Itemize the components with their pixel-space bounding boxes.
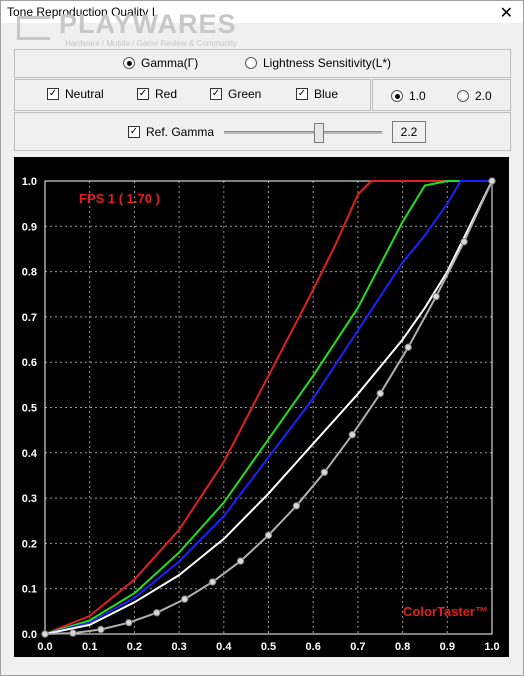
check-red-label: Red: [155, 87, 178, 101]
series-marker: [432, 292, 440, 301]
series-marker: [69, 629, 77, 637]
x-tick-label: 0.1: [82, 641, 97, 653]
series-marker: [236, 557, 245, 565]
y-tick-label: 0.3: [22, 493, 37, 505]
title-bar: Tone Reproduction Quality I ✕: [1, 1, 523, 23]
check-neutral-box[interactable]: ✓: [47, 88, 59, 100]
check-green-label: Green: [228, 87, 262, 101]
ref-gamma-value: 2.2: [392, 121, 426, 143]
y-tick-label: 1.0: [22, 176, 37, 188]
tone-chart: 0.0 0.1 0.2 0.3 0.4 0.5 0.6 0.7 0.8 0.9 1.0 0.0 0.1 0…: [14, 157, 509, 657]
x-tick-label: 1.0: [484, 641, 499, 653]
radio-lightness[interactable]: Lightness Sensitivity(L*): [245, 56, 391, 70]
x-tick-label: 0.6: [306, 641, 321, 653]
check-red-box[interactable]: ✓: [137, 88, 149, 100]
check-blue-box[interactable]: ✓: [296, 88, 308, 100]
radio-scale-2-dot[interactable]: [457, 90, 469, 102]
check-ref-gamma[interactable]: ✓ Ref. Gamma: [128, 125, 214, 139]
x-tick-label: 0.0: [37, 641, 52, 653]
radio-scale-1-dot[interactable]: [391, 90, 403, 102]
radio-scale-1[interactable]: 1.0: [391, 89, 426, 103]
x-tick-label: 0.3: [171, 641, 186, 653]
radio-gamma-label: Gamma(Γ): [141, 56, 199, 70]
check-blue[interactable]: ✓ Blue: [296, 87, 338, 101]
check-blue-label: Blue: [314, 87, 339, 101]
tone-reproduction-window: Tone Reproduction Quality I ✕ PLAYWARES …: [0, 0, 524, 676]
series-marker: [41, 630, 49, 638]
series-marker: [348, 430, 357, 439]
x-tick-label: 0.4: [216, 641, 232, 653]
series-marker: [153, 609, 161, 617]
check-ref-gamma-label: Ref. Gamma: [146, 125, 215, 139]
check-neutral-label: Neutral: [65, 87, 104, 101]
series-marker: [97, 625, 105, 634]
y-tick-label: 0.9: [22, 221, 37, 233]
series-marker: [320, 468, 329, 476]
series-marker: [180, 595, 189, 603]
x-tick-label: 0.9: [440, 641, 455, 653]
ref-gamma-slider-thumb[interactable]: [314, 123, 324, 143]
tone-chart-svg: 0.0 0.1 0.2 0.3 0.4 0.5 0.6 0.7 0.8 0.9 1.0 0.0 0.1 0…: [22, 176, 500, 653]
radio-lightness-label: Lightness Sensitivity(L*): [263, 56, 392, 70]
series-marker: [125, 618, 133, 627]
check-green-box[interactable]: ✓: [210, 88, 222, 100]
series-marker: [460, 238, 468, 246]
radio-scale-1-label: 1.0: [409, 89, 426, 103]
series-marker: [488, 177, 496, 185]
y-tick-label: 0.8: [22, 267, 37, 279]
y-tick-label: 0.2: [22, 538, 37, 550]
radio-lightness-dot[interactable]: [245, 57, 257, 69]
radio-gamma[interactable]: Gamma(Γ): [123, 56, 198, 70]
x-tick-label: 0.7: [350, 641, 365, 653]
watermark-tagline: Hardware / Mobile / Game Review & Commun…: [65, 39, 238, 48]
window-title: Tone Reproduction Quality I: [7, 5, 156, 19]
series-marker: [292, 502, 301, 510]
y-tick-label: 0.4: [22, 448, 38, 460]
y-tick-label: 0.7: [22, 312, 37, 324]
series-marker: [208, 578, 217, 586]
series-marker: [264, 531, 273, 539]
y-tick-label: 0.0: [22, 629, 37, 641]
y-tick-label: 0.5: [22, 403, 37, 415]
y-tick-label: 0.1: [22, 584, 37, 596]
radio-gamma-dot[interactable]: [123, 57, 135, 69]
ref-gamma-slider[interactable]: [224, 131, 382, 134]
check-green[interactable]: ✓ Green: [210, 87, 261, 101]
x-tick-label: 0.2: [127, 641, 142, 653]
check-neutral[interactable]: ✓ Neutral: [47, 87, 104, 101]
check-ref-gamma-box[interactable]: ✓: [128, 126, 140, 138]
chart-title: FPS 1 ( 1.70 ): [79, 191, 160, 206]
check-red[interactable]: ✓ Red: [137, 87, 177, 101]
close-icon[interactable]: ✕: [500, 3, 513, 23]
x-tick-label: 0.8: [395, 641, 410, 653]
radio-scale-2[interactable]: 2.0: [457, 89, 492, 103]
radio-scale-2-label: 2.0: [475, 89, 492, 103]
series-marker: [404, 343, 412, 351]
series-marker: [376, 389, 384, 398]
x-tick-label: 0.5: [261, 641, 276, 653]
y-tick-label: 0.6: [22, 357, 37, 369]
colortaster-badge: ColorTaster™: [403, 604, 488, 619]
